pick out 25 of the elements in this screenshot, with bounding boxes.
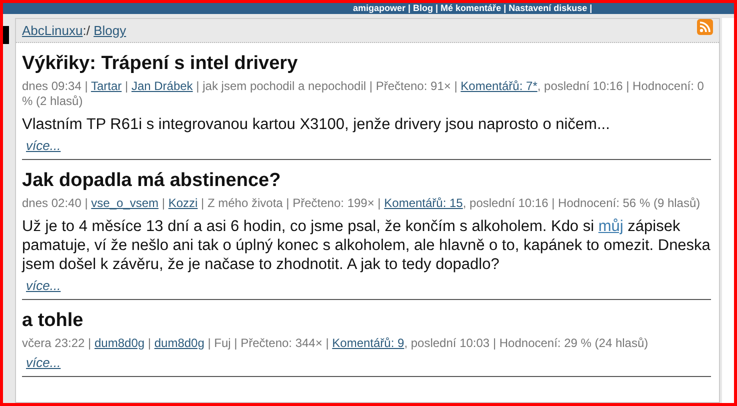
post-meta: dnes 09:34 | Tartar | Jan Drábek | jak jsem pochodil a nepochodil | Přečteno: 91× | Komentářů: 7*, poslední 10:16 | Hodnocení: 0 % (2 hlasů) [22,79,705,109]
link[interactable]: Blogy [94,22,126,38]
more-link[interactable]: více... [26,355,61,370]
link[interactable]: Komentářů: 7* [460,79,538,93]
more-link[interactable]: více... [26,278,61,293]
top-bar: amigapower | Blog | Mé komentáře | Nastavení diskuse | [3,3,734,14]
more-link[interactable]: více... [26,138,61,153]
link[interactable]: Komentářů: 9 [332,336,404,350]
link[interactable]: můj [598,218,624,235]
post-excerpt: Vlastním TP R61i s integrovanou kartou X3100, jenže drivery jsou naprosto o ničem... [22,115,611,134]
link[interactable]: Kozzi [168,196,198,210]
post-meta: včera 23:22 | dum8d0g | dum8d0g | Fuj | Přečteno: 344× | Komentářů: 9, poslední 10:03 | Hodnocení: 29 % (24 hlasů) [22,336,650,351]
link[interactable]: dum8d0g [154,336,204,350]
post-title: Výkřiky: Trápení s intel drivery [22,53,299,75]
link[interactable]: dum8d0g [94,336,145,350]
link[interactable]: vse_o_vsem [91,196,159,210]
link[interactable]: AbcLinuxu [22,22,83,38]
post-title: a tohle [22,310,84,332]
link[interactable]: Jan Drábek [131,79,193,93]
post-title: Jak dopadla má abstinence? [22,170,282,192]
breadcrumb: AbcLinuxu:/ Blogy [22,22,126,40]
link[interactable]: Tartar [90,79,122,93]
post-meta: dnes 02:40 | vse_o_vsem | Kozzi | Z mého života | Přečteno: 199× | Komentářů: 15, poslední 10:16 | Hodnocení: 56 % (9 hlasů) [22,196,702,211]
post-excerpt: Už je to 4 měsíce 13 dní a asi 6 hodin, co jsme psal, že končím s alkoholem. Kdo si můj zápisek pamatuje, ví že nešlo ani tak o úplný konec s alkoholem, ale hlavně o to, kapánek to omezit. Dneska jsem došel k závěru, že je načase to zhodnotit. A jak to tedy dopadlo? [22,217,711,274]
link[interactable]: Komentářů: 15 [384,196,463,210]
